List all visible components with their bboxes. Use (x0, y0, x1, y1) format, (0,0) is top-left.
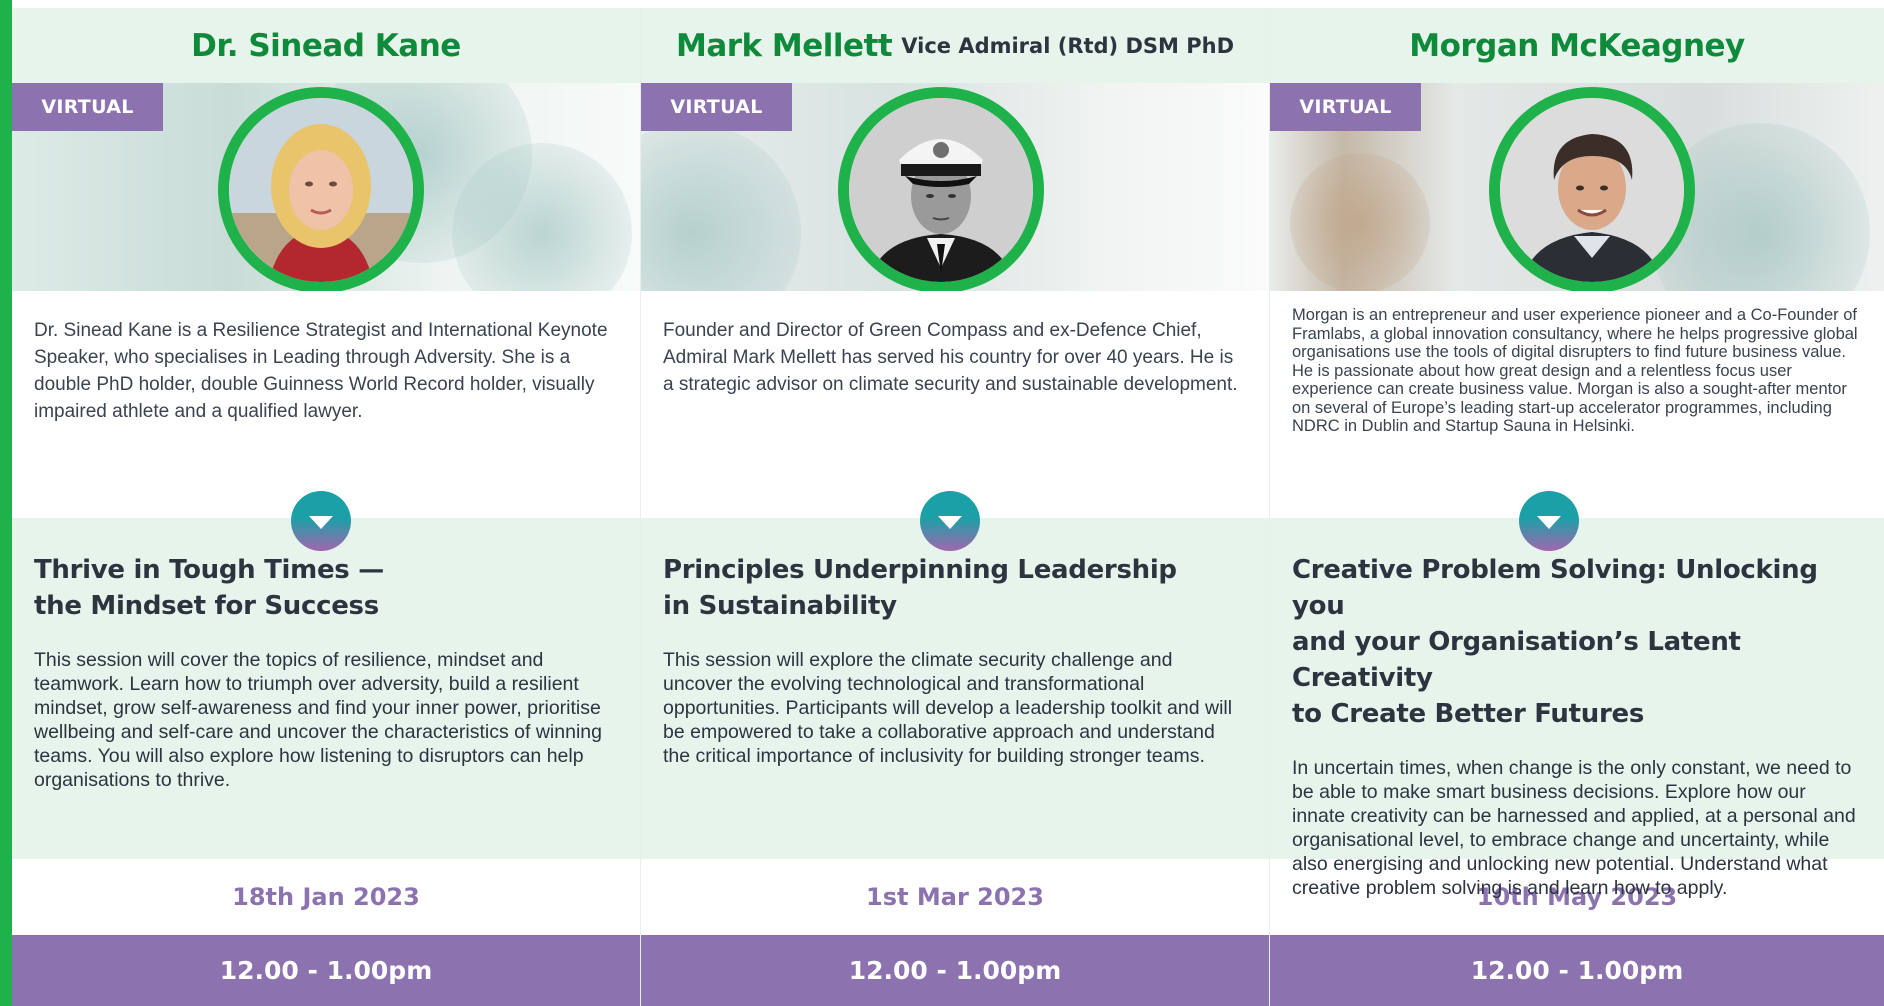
session-description: In uncertain times, when change is the o… (1292, 757, 1856, 899)
speaker-name-bar: Dr. Sinead Kane (12, 8, 640, 83)
portrait-image (849, 98, 1033, 282)
speaker-name-bar: Morgan McKeagney (1270, 8, 1884, 83)
session-time: 12.00 - 1.00pm (848, 956, 1062, 985)
expand-toggle-button[interactable] (291, 491, 351, 551)
chevron-down-icon (938, 516, 962, 529)
session-date-row: 1st Mar 2023 (641, 859, 1269, 935)
session-date: 18th Jan 2023 (232, 883, 420, 911)
speaker-bio: Dr. Sinead Kane is a Resilience Strategi… (34, 320, 608, 422)
hero-background-blur (1290, 153, 1430, 291)
speaker-portrait (218, 87, 424, 291)
session-title: Principles Underpinning Leadership in Su… (663, 555, 1177, 621)
virtual-badge: VIRTUAL (12, 83, 163, 131)
speaker-card: Dr. Sinead Kane VIRTUAL Dr. Sinead Kane … (12, 8, 641, 1006)
speaker-name: Morgan McKeagney (1409, 27, 1745, 64)
virtual-badge: VIRTUAL (1270, 83, 1421, 131)
speaker-title-suffix: Vice Admiral (Rtd) DSM PhD (901, 33, 1235, 58)
hero-background-blur (641, 123, 801, 291)
speaker-name: Mark Mellett (675, 27, 893, 64)
session-panel: Creative Problem Solving: Unlocking you … (1270, 491, 1884, 899)
speaker-name-bar: Mark Mellett Vice Admiral (Rtd) DSM PhD (641, 8, 1269, 83)
expand-toggle-button[interactable] (1519, 491, 1579, 551)
speaker-portrait (838, 87, 1044, 291)
speaker-card: Mark Mellett Vice Admiral (Rtd) DSM PhD … (641, 8, 1270, 1006)
left-accent-bar (0, 0, 12, 1006)
session-panel: Thrive in Tough Times — the Mindset for … (12, 491, 640, 859)
portrait-image (1500, 98, 1684, 282)
session-description: This session will cover the topics of re… (34, 649, 602, 791)
speaker-bio: Morgan is an entrepreneur and user exper… (1292, 306, 1858, 435)
session-title: Creative Problem Solving: Unlocking you … (1292, 555, 1818, 729)
session-date: 1st Mar 2023 (866, 883, 1044, 911)
session-date-row: 18th Jan 2023 (12, 859, 640, 935)
session-title: Thrive in Tough Times — the Mindset for … (34, 555, 384, 621)
speaker-card: Morgan McKeagney VIRTUAL Morgan is an en… (1270, 8, 1884, 1006)
chevron-down-icon (1537, 516, 1561, 529)
speaker-portrait (1489, 87, 1695, 291)
speaker-name: Dr. Sinead Kane (191, 27, 461, 64)
session-description: This session will explore the climate se… (663, 649, 1233, 767)
speaker-hero: VIRTUAL (641, 83, 1269, 291)
chevron-down-icon (309, 516, 333, 529)
speaker-bio: Founder and Director of Green Compass an… (663, 320, 1238, 395)
session-time-row: 12.00 - 1.00pm (641, 935, 1269, 1006)
session-time-row: 12.00 - 1.00pm (1270, 935, 1884, 1006)
session-time: 12.00 - 1.00pm (1470, 956, 1684, 985)
portrait-image (229, 98, 413, 282)
session-panel: Principles Underpinning Leadership in Su… (641, 491, 1269, 859)
expand-toggle-button[interactable] (920, 491, 980, 551)
speaker-hero: VIRTUAL (1270, 83, 1884, 291)
speaker-grid: Dr. Sinead Kane VIRTUAL Dr. Sinead Kane … (12, 8, 1884, 1006)
session-time: 12.00 - 1.00pm (219, 956, 433, 985)
session-time-row: 12.00 - 1.00pm (12, 935, 640, 1006)
virtual-badge: VIRTUAL (641, 83, 792, 131)
speaker-hero: VIRTUAL (12, 83, 640, 291)
